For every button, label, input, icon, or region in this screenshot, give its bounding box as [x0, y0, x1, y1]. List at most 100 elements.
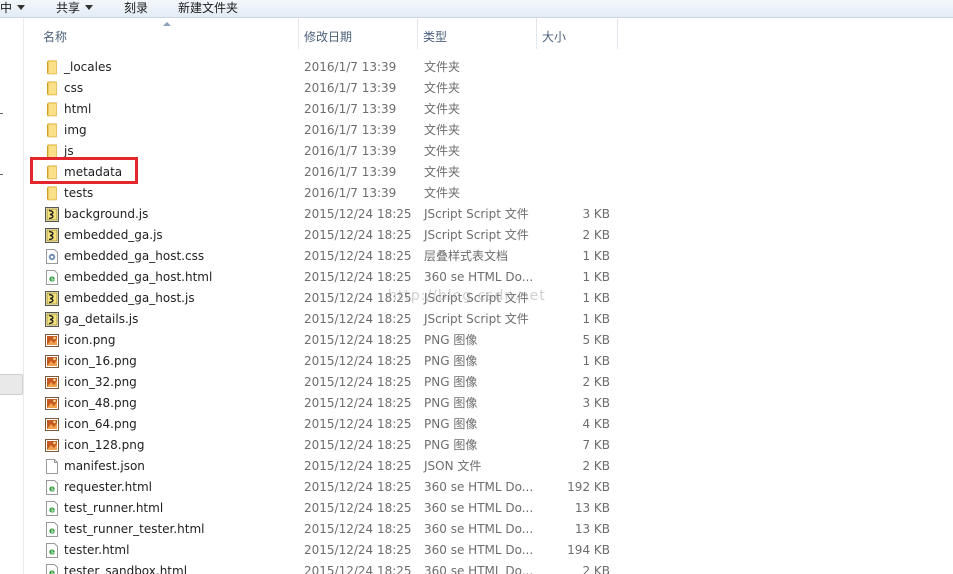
file-row[interactable]: embedded_ga.js 2015/12/24 18:25 JScript Sc… — [0, 225, 953, 246]
file-name: icon_16.png — [64, 354, 137, 368]
file-type: 文件夹 — [424, 60, 461, 74]
file-row[interactable]: css 2016/1/7 13:39 文件夹 — [0, 78, 953, 99]
file-date: 2015/12/24 18:25 — [304, 312, 412, 326]
folder-icon — [45, 186, 59, 201]
file-date: 2015/12/24 18:25 — [304, 543, 412, 557]
file-date: 2015/12/24 18:25 — [304, 417, 412, 431]
file-type: 360 se HTML Do... — [424, 522, 534, 536]
file-type: PNG 图像 — [424, 396, 478, 410]
file-name: test_runner_tester.html — [64, 522, 205, 536]
file-name: embedded_ga_host.js — [64, 291, 195, 305]
file-type: 文件夹 — [424, 165, 461, 179]
jscript-file-icon — [45, 312, 59, 327]
file-row[interactable]: icon_16.png 2015/12/24 18:25 PNG 图像 1 KB — [0, 351, 953, 372]
file-date: 2016/1/7 13:39 — [304, 60, 397, 74]
file-row[interactable]: manifest.json 2015/12/24 18:25 JSON 文件 2 KB — [0, 456, 953, 477]
file-name: icon_32.png — [64, 375, 137, 389]
file-size: 1 KB — [582, 354, 610, 368]
blank-file-icon — [45, 459, 59, 474]
file-row[interactable]: e tester_sandbox.html 2015/12/24 18:25 360 … — [0, 561, 953, 574]
jscript-file-icon — [45, 291, 59, 306]
file-size — [540, 183, 610, 204]
file-type: PNG 图像 — [424, 354, 478, 368]
column-header-type-label: 类型 — [423, 30, 448, 44]
file-date: 2015/12/24 18:25 — [304, 333, 412, 347]
file-row[interactable]: icon_48.png 2015/12/24 18:25 PNG 图像 3 KB — [0, 393, 953, 414]
file-name: ga_details.js — [64, 312, 139, 326]
file-row[interactable]: _locales 2016/1/7 13:39 文件夹 — [0, 57, 953, 78]
file-type: 360 se HTML Do... — [424, 543, 534, 557]
file-size: 192 KB — [567, 480, 610, 494]
file-type: JScript Script 文件 — [424, 228, 529, 242]
png-file-icon — [45, 375, 59, 390]
file-type: JScript Script 文件 — [424, 312, 529, 326]
file-row[interactable]: ga_details.js 2015/12/24 18:25 JScript Scr… — [0, 309, 953, 330]
column-header-type[interactable]: 类型 — [418, 18, 537, 49]
file-size: 3 KB — [582, 207, 610, 221]
file-row[interactable]: icon.png 2015/12/24 18:25 PNG 图像 5 KB — [0, 330, 953, 351]
file-row[interactable]: embedded_ga_host.css 2015/12/24 18:25 层叠样式… — [0, 246, 953, 267]
file-name: embedded_ga_host.css — [64, 249, 205, 263]
folder-icon — [45, 102, 59, 117]
file-row[interactable]: e test_runner_tester.html 2015/12/24 18:25… — [0, 519, 953, 540]
file-date: 2015/12/24 18:25 — [304, 459, 412, 473]
file-type: JSON 文件 — [424, 459, 482, 473]
file-row[interactable]: tests 2016/1/7 13:39 文件夹 — [0, 183, 953, 204]
toolbar-partial-menu[interactable]: 中 — [0, 0, 26, 17]
file-type: 360 se HTML Do... — [424, 270, 534, 284]
share-label: 共享 — [56, 1, 81, 15]
file-size: 4 KB — [582, 417, 610, 431]
file-name: background.js — [64, 207, 149, 221]
file-name: embedded_ga_host.html — [64, 270, 213, 284]
html-file-icon: e — [45, 501, 59, 516]
file-row[interactable]: img 2016/1/7 13:39 文件夹 — [0, 120, 953, 141]
png-file-icon — [45, 438, 59, 453]
file-row[interactable]: e embedded_ga_host.html 2015/12/24 18:25 36… — [0, 267, 953, 288]
file-type: 层叠样式表文档 — [424, 249, 509, 263]
file-size: 1 KB — [582, 291, 610, 305]
file-row[interactable]: background.js 2015/12/24 18:25 JScript Scr… — [0, 204, 953, 225]
file-row[interactable]: icon_64.png 2015/12/24 18:25 PNG 图像 4 KB — [0, 414, 953, 435]
share-button[interactable]: 共享 — [56, 0, 94, 17]
file-list: _locales 2016/1/7 13:39 文件夹 css 2016/1/7 13:… — [0, 57, 953, 574]
file-date: 2016/1/7 13:39 — [304, 123, 397, 137]
file-row[interactable]: e tester.html 2015/12/24 18:25 360 se HTML … — [0, 540, 953, 561]
file-size — [540, 57, 610, 78]
file-name: icon_48.png — [64, 396, 137, 410]
file-size: 13 KB — [574, 501, 610, 515]
file-date: 2015/12/24 18:25 — [304, 480, 412, 494]
file-row[interactable]: metadata 2016/1/7 13:39 文件夹 — [0, 162, 953, 183]
file-type: 文件夹 — [424, 186, 461, 200]
file-size: 3 KB — [582, 396, 610, 410]
css-file-icon — [45, 249, 59, 264]
column-header-date[interactable]: 修改日期 — [299, 18, 418, 49]
file-name: embedded_ga.js — [64, 228, 163, 242]
svg-text:e: e — [49, 548, 55, 558]
file-row[interactable]: js 2016/1/7 13:39 文件夹 — [0, 141, 953, 162]
png-file-icon — [45, 354, 59, 369]
folder-icon — [45, 144, 59, 159]
file-date: 2015/12/24 18:25 — [304, 228, 412, 242]
file-row[interactable]: e test_runner.html 2015/12/24 18:25 360 se … — [0, 498, 953, 519]
file-date: 2015/12/24 18:25 — [304, 564, 412, 574]
file-name: manifest.json — [64, 459, 145, 473]
jscript-file-icon — [45, 207, 59, 222]
file-row[interactable]: embedded_ga_host.js 2015/12/24 18:25 JScri… — [0, 288, 953, 309]
html-file-icon: e — [45, 270, 59, 285]
svg-text:e: e — [49, 506, 55, 516]
file-size: 1 KB — [582, 270, 610, 284]
new-folder-button[interactable]: 新建文件夹 — [178, 0, 238, 17]
column-header-size[interactable]: 大小 — [537, 18, 618, 49]
file-row[interactable]: icon_128.png 2015/12/24 18:25 PNG 图像 7 KB — [0, 435, 953, 456]
burn-button[interactable]: 刻录 — [124, 0, 148, 17]
file-row[interactable]: html 2016/1/7 13:39 文件夹 — [0, 99, 953, 120]
file-row[interactable]: e requester.html 2015/12/24 18:25 360 se HT… — [0, 477, 953, 498]
html-file-icon: e — [45, 543, 59, 558]
file-date: 2015/12/24 18:25 — [304, 270, 412, 284]
file-date: 2015/12/24 18:25 — [304, 291, 412, 305]
png-file-icon — [45, 333, 59, 348]
file-name: img — [64, 123, 87, 137]
png-file-icon — [45, 417, 59, 432]
file-row[interactable]: icon_32.png 2015/12/24 18:25 PNG 图像 2 KB — [0, 372, 953, 393]
jscript-file-icon — [45, 228, 59, 243]
